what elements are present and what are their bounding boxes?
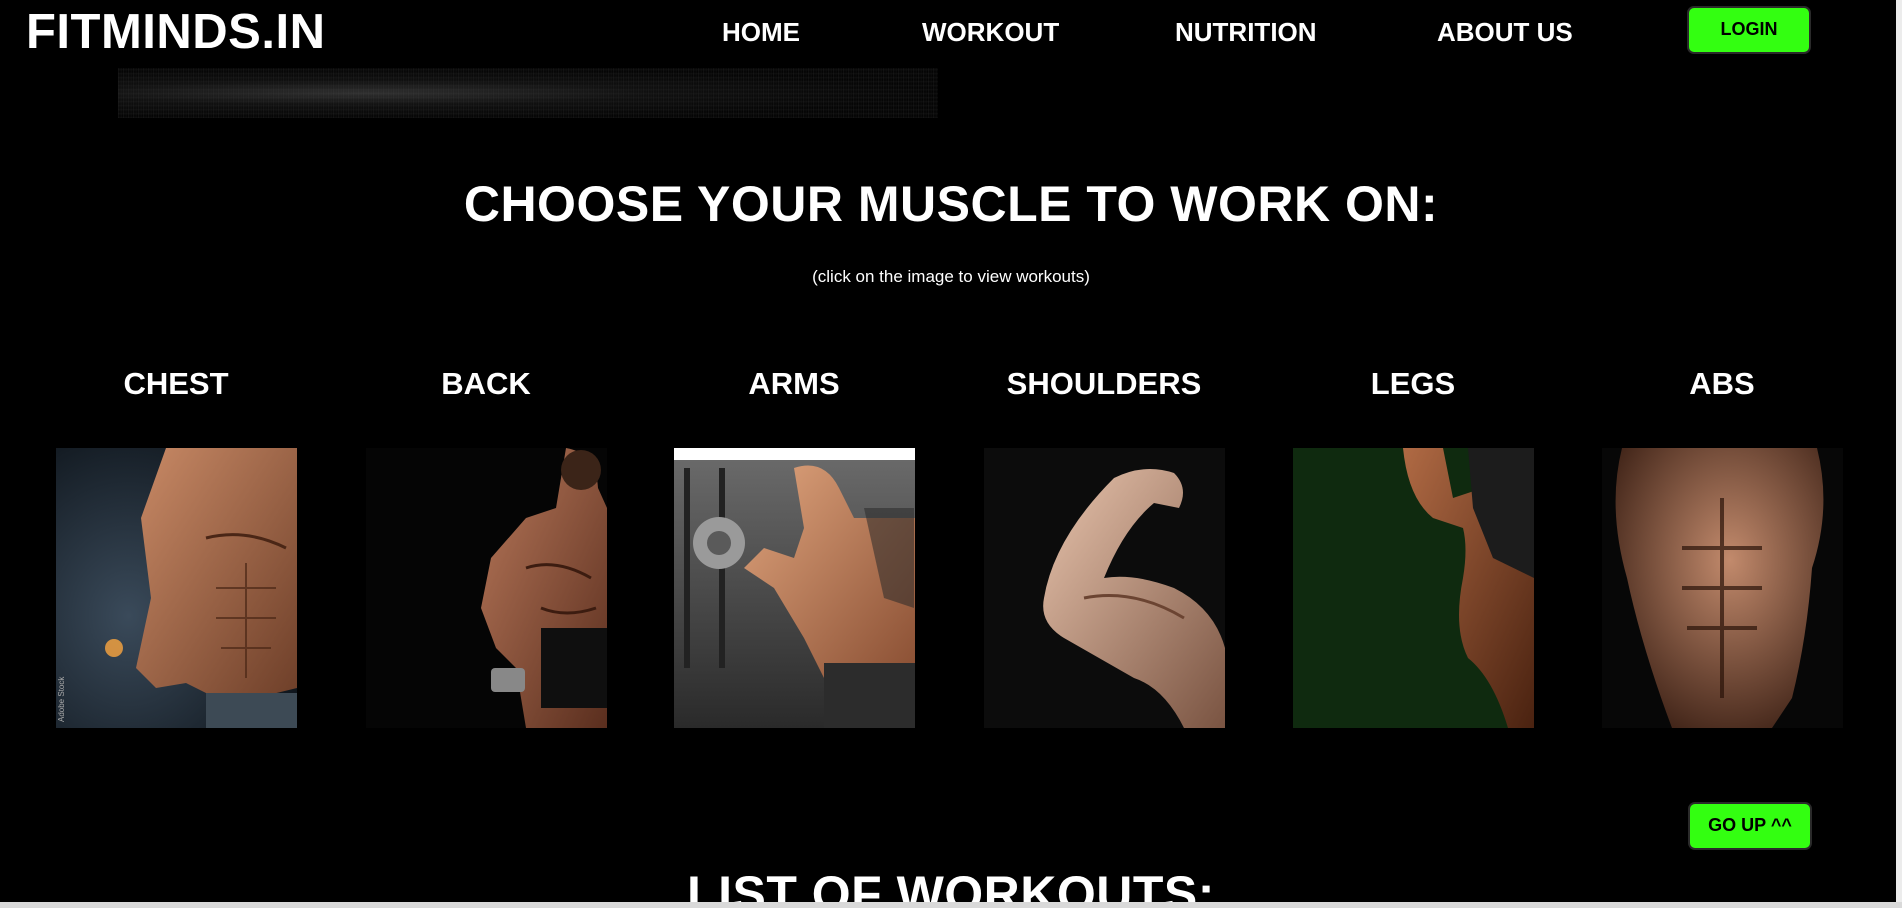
legs-image[interactable] bbox=[1293, 448, 1534, 728]
nav-workout[interactable]: WORKOUT bbox=[922, 14, 1059, 50]
muscle-label-chest: CHEST bbox=[123, 366, 229, 401]
nav-about-us[interactable]: ABOUT US bbox=[1437, 14, 1573, 50]
decorative-texture-strip bbox=[118, 68, 938, 118]
shoulders-image[interactable] bbox=[984, 448, 1225, 728]
muscle-label-legs: LEGS bbox=[1370, 366, 1456, 401]
go-up-button[interactable]: GO UP ^^ bbox=[1688, 802, 1812, 850]
nav-nutrition[interactable]: NUTRITION bbox=[1175, 14, 1317, 50]
nav-home[interactable]: HOME bbox=[722, 14, 800, 50]
horizontal-scrollbar[interactable] bbox=[0, 902, 1902, 908]
muscle-label-shoulders: SHOULDERS bbox=[1006, 366, 1202, 401]
abs-image[interactable] bbox=[1602, 448, 1843, 728]
muscle-label-back: BACK bbox=[441, 366, 531, 401]
page: FITMINDS.IN HOME WORKOUT NUTRITION ABOUT… bbox=[0, 0, 1902, 908]
arms-image[interactable] bbox=[674, 448, 915, 728]
login-button[interactable]: LOGIN bbox=[1687, 6, 1811, 54]
page-title: CHOOSE YOUR MUSCLE TO WORK ON: bbox=[463, 176, 1439, 232]
muscle-label-abs: ABS bbox=[1689, 366, 1755, 401]
brand-logo[interactable]: FITMINDS.IN bbox=[26, 2, 325, 62]
chest-image[interactable]: Adobe Stock bbox=[56, 448, 297, 728]
page-hint: (click on the image to view workouts) bbox=[812, 267, 1090, 286]
back-image[interactable] bbox=[366, 448, 607, 728]
svg-text:Adobe Stock: Adobe Stock bbox=[57, 676, 66, 722]
vertical-scrollbar[interactable] bbox=[1896, 0, 1902, 902]
muscle-label-arms: ARMS bbox=[748, 366, 840, 401]
